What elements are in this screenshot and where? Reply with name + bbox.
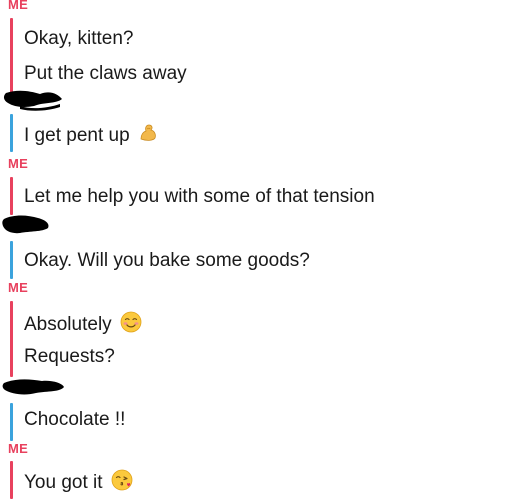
chat-transcript: ME Okay, kitten? Put the claws away I ge… xyxy=(0,0,509,500)
redacted-sender-name xyxy=(3,90,62,111)
sender-bar-me xyxy=(10,461,13,499)
sender-bar-them xyxy=(10,241,13,279)
redacted-sender-name xyxy=(2,379,64,395)
sender-bar-me xyxy=(10,18,13,94)
message-group-them: Chocolate !! xyxy=(0,403,509,441)
sender-bar-me xyxy=(10,301,13,377)
message-text-label: I get pent up xyxy=(24,125,130,147)
face-blowing-kiss-icon xyxy=(111,469,133,497)
message-text-label: Absolutely xyxy=(24,314,112,336)
smiling-face-icon xyxy=(120,311,142,339)
sender-label-me: ME xyxy=(8,280,29,295)
message-text: I get pent up xyxy=(24,123,158,149)
message-text: Let me help you with some of that tensio… xyxy=(24,186,375,207)
sender-label-me: ME xyxy=(8,0,29,12)
flexed-biceps-icon xyxy=(138,123,158,149)
message-text-label: You got it xyxy=(24,472,103,494)
message-group-me: Absolutely Requests? xyxy=(0,301,509,377)
message-text: Absolutely xyxy=(24,311,142,339)
message-text: Put the claws away xyxy=(24,63,187,84)
message-text: Chocolate !! xyxy=(24,409,126,430)
sender-bar-them xyxy=(10,114,13,152)
message-text: You got it xyxy=(24,469,133,497)
message-group-me: Okay, kitten? Put the claws away xyxy=(0,18,509,94)
sender-label-me: ME xyxy=(8,156,29,171)
sender-bar-them xyxy=(10,403,13,441)
message-text: Okay, kitten? xyxy=(24,28,134,49)
message-group-them: I get pent up xyxy=(0,114,509,152)
message-group-me: Let me help you with some of that tensio… xyxy=(0,177,509,215)
message-text: Requests? xyxy=(24,346,115,367)
message-group-me: You got it xyxy=(0,461,509,499)
sender-label-me: ME xyxy=(8,441,29,456)
sender-bar-me xyxy=(10,177,13,215)
redacted-sender-name xyxy=(2,215,49,234)
message-group-them: Okay. Will you bake some goods? xyxy=(0,241,509,279)
message-text: Okay. Will you bake some goods? xyxy=(24,250,310,271)
